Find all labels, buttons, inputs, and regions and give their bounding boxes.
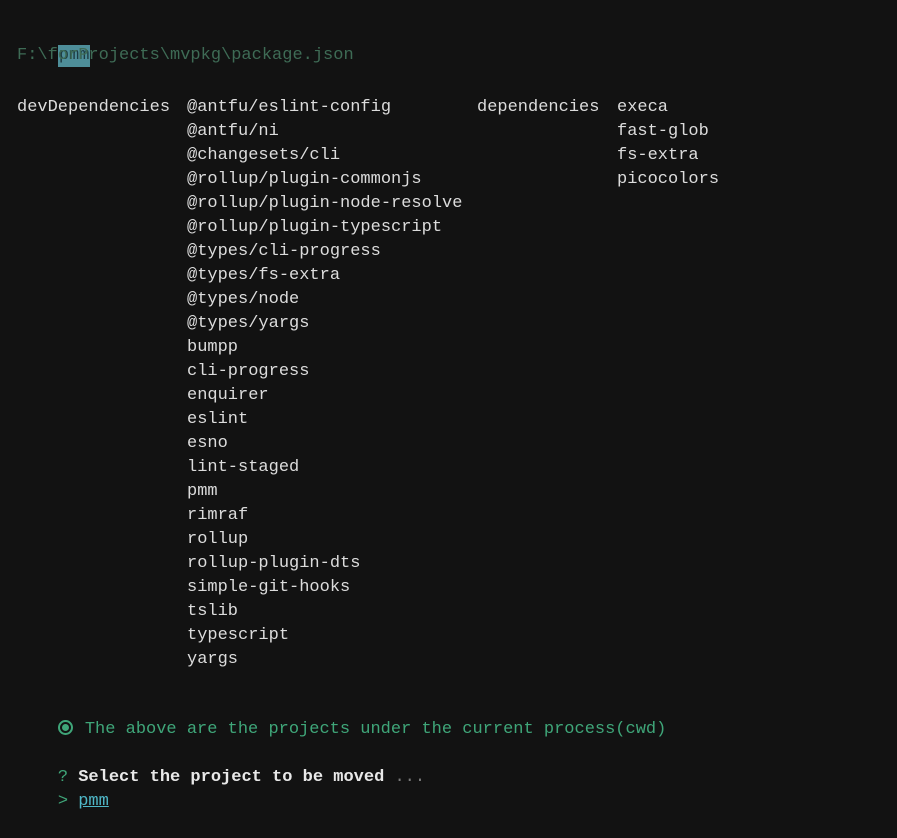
select-prompt: ? Select the project to be moved ...: [17, 742, 425, 787]
dependencies-list: execa fast-glob fs-extra picocolors: [617, 96, 719, 192]
dev-dependencies-list: @antfu/eslint-config @antfu/ni @changesets…: [187, 96, 462, 672]
project-header-line: pmm: [17, 20, 887, 67]
dependency-item: fast-glob: [617, 122, 709, 141]
dependency-item: fs-extra: [617, 146, 699, 165]
info-text: The above are the projects under the cur…: [84, 720, 667, 739]
pointer-icon: >: [57, 792, 69, 811]
dependency-item: @rollup/plugin-node-resolve: [187, 194, 463, 213]
dependency-item: simple-git-hooks: [187, 578, 351, 597]
terminal-output: pmm F:\forProjects\mvpkg\package.json de…: [17, 20, 887, 811]
dependency-item: pmm: [187, 482, 218, 501]
dependency-item: typescript: [187, 626, 290, 645]
dependency-item: lint-staged: [187, 458, 300, 477]
choice-row[interactable]: > pmm: [17, 766, 109, 811]
dependency-item: @types/fs-extra: [187, 266, 341, 285]
dependency-item: @types/yargs: [187, 314, 310, 333]
dependency-item: @types/cli-progress: [187, 242, 381, 261]
dependency-item: esno: [187, 434, 228, 453]
dependency-item: @rollup/plugin-typescript: [187, 218, 443, 237]
dependencies-label: dependencies: [477, 98, 600, 117]
dependency-item: bumpp: [187, 338, 239, 357]
dependency-item: @antfu/ni: [187, 122, 279, 141]
prompt-question: Select the project to be moved: [78, 768, 385, 787]
dependency-item: yargs: [187, 650, 239, 669]
dependency-item: cli-progress: [187, 362, 310, 381]
radio-dot-icon: [57, 720, 73, 735]
selected-choice[interactable]: pmm: [78, 792, 109, 811]
dependency-item: execa: [617, 98, 669, 117]
dev-dependencies-label: devDependencies: [17, 98, 171, 117]
dependency-item: @changesets/cli: [187, 146, 341, 165]
dependency-item: rollup: [187, 530, 249, 549]
dependency-item: eslint: [187, 410, 249, 429]
package-path: F:\forProjects\mvpkg\package.json: [17, 46, 354, 65]
dependency-item: rimraf: [187, 506, 249, 525]
dependency-item: @rollup/plugin-commonjs: [187, 170, 422, 189]
prompt-ellipsis: ...: [394, 768, 426, 787]
info-message: The above are the projects under the cur…: [17, 694, 666, 739]
dependency-item: tslib: [187, 602, 239, 621]
dependency-item: enquirer: [187, 386, 269, 405]
dependency-item: rollup-plugin-dts: [187, 554, 361, 573]
dependency-item: picocolors: [617, 170, 720, 189]
dependency-item: @antfu/eslint-config: [187, 98, 392, 117]
dependency-item: @types/node: [187, 290, 300, 309]
